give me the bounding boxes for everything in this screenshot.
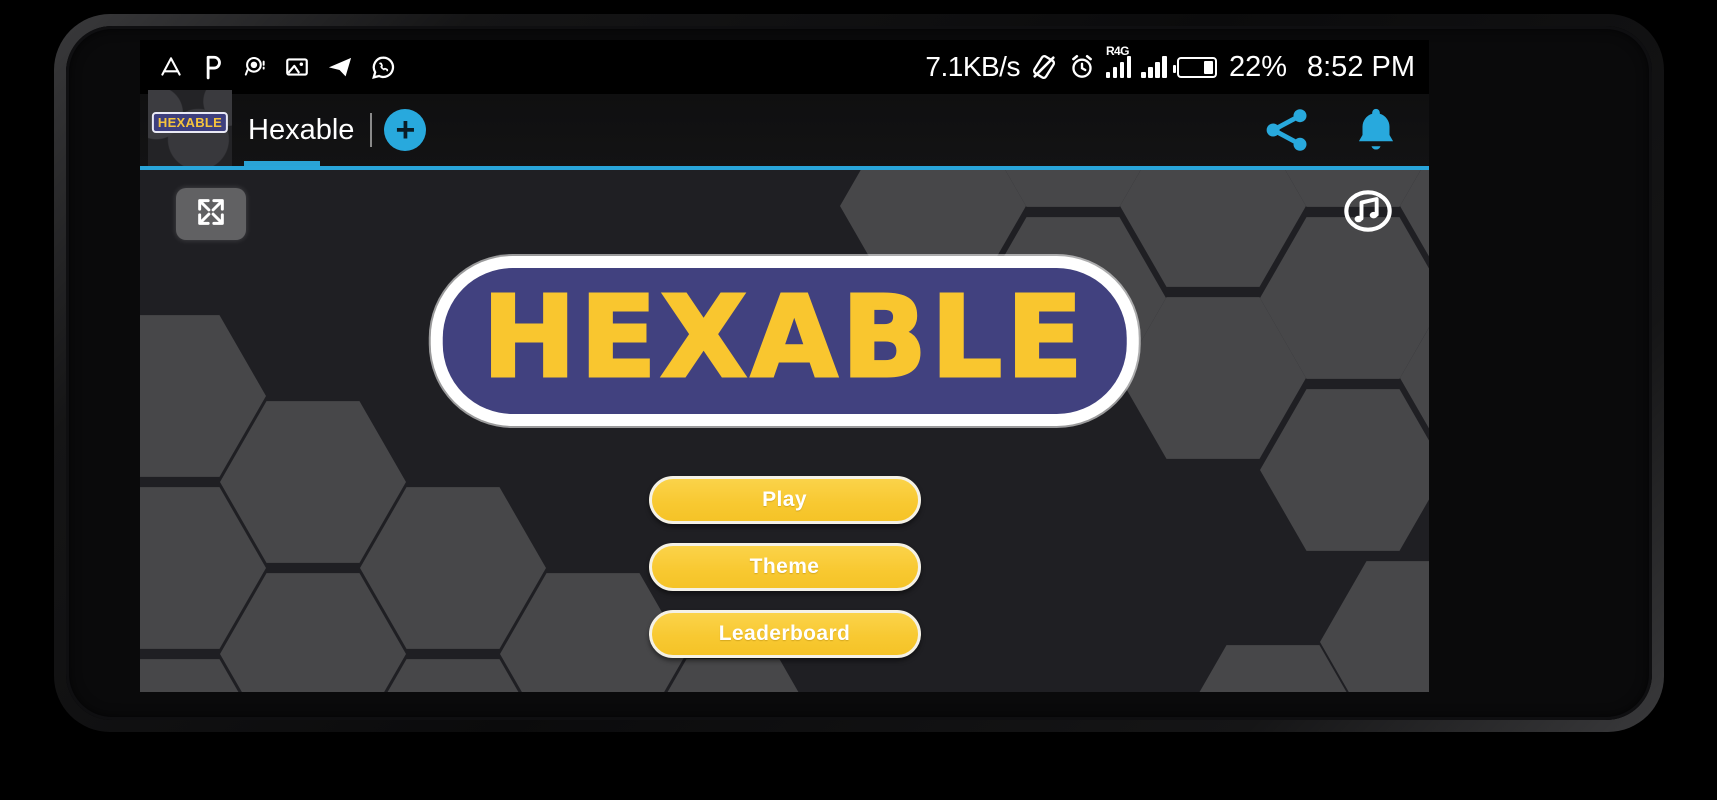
music-note-icon	[1342, 185, 1394, 242]
battery-icon	[1172, 56, 1217, 78]
alarm-clock-icon	[1068, 53, 1096, 81]
tab-divider	[370, 113, 373, 147]
sim2-signal-bars	[1141, 56, 1167, 78]
sim1-network-label: R4G	[1105, 44, 1129, 58]
game-logo-text: HEXABLE	[481, 273, 1087, 403]
game-logo: HEXABLE	[442, 268, 1127, 414]
gallery-image-icon	[284, 54, 310, 80]
battery-percent-text: 22%	[1228, 50, 1287, 83]
game-canvas: HEXABLE Play Theme Leaderboard	[140, 170, 1429, 692]
phone-device-frame: 7.1KB/s R4G 22% 8:52 PM HEXABLE Hexable …	[54, 14, 1664, 732]
share-icon[interactable]	[1261, 104, 1313, 156]
android-auto-icon	[158, 54, 184, 80]
app-toolbar: HEXABLE Hexable +	[140, 90, 1429, 170]
network-speed-text: 7.1KB/s	[925, 51, 1020, 82]
toolbar-actions	[1261, 103, 1429, 157]
new-tab-plus-icon: +	[395, 111, 416, 149]
screen-recorder-icon	[242, 54, 268, 80]
fullscreen-expand-icon	[191, 195, 231, 234]
main-menu-buttons: Play Theme Leaderboard	[648, 476, 921, 658]
play-button[interactable]: Play	[648, 476, 921, 524]
theme-button[interactable]: Theme	[648, 543, 921, 591]
leaderboard-button-label: Leaderboard	[718, 622, 851, 645]
rotation-lock-off-icon	[1030, 53, 1058, 81]
battery-fill	[1203, 60, 1213, 74]
leaderboard-button[interactable]: Leaderboard	[648, 610, 921, 658]
sim2-signal-indicator	[1141, 56, 1167, 78]
tab-hexable[interactable]: Hexable	[244, 94, 370, 166]
sim1-signal-bars	[1105, 56, 1132, 78]
app-thumbnail[interactable]: HEXABLE	[148, 90, 232, 166]
music-toggle-button[interactable]	[1341, 186, 1395, 240]
tab-hexable-label: Hexable	[248, 113, 355, 146]
whatsapp-icon	[370, 54, 397, 81]
clock-text: 8:52 PM	[1307, 50, 1415, 83]
fullscreen-button[interactable]	[176, 188, 246, 240]
tab-strip: Hexable +	[244, 94, 427, 166]
status-bar-notification-icons	[158, 53, 397, 81]
play-button-label: Play	[762, 488, 807, 511]
bell-icon[interactable]	[1349, 103, 1403, 157]
status-bar-system-icons: 7.1KB/s R4G 22% 8:52 PM	[925, 44, 1415, 84]
pinterest-icon	[200, 54, 226, 80]
status-bar: 7.1KB/s R4G 22% 8:52 PM	[140, 40, 1429, 94]
new-tab-button[interactable]: +	[384, 109, 427, 151]
telegram-icon	[326, 53, 354, 81]
app-thumbnail-logo-text: HEXABLE	[151, 112, 229, 133]
phone-screen: 7.1KB/s R4G 22% 8:52 PM HEXABLE Hexable …	[140, 40, 1429, 692]
theme-button-label: Theme	[749, 555, 820, 578]
sim1-signal-indicator: R4G	[1105, 44, 1132, 78]
